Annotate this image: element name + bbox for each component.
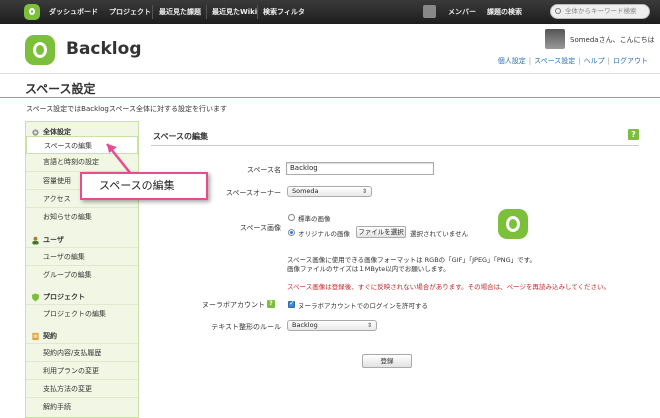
file-status: 選択されていません (410, 230, 469, 238)
image-warning: スペース画像は登録後、すぐに反映されない場合があります。その場合は、ページを再読… (287, 283, 611, 291)
sidebar-section-users: ユーザ (26, 232, 138, 248)
nulab-account-label: ヌーラボアカウント (202, 301, 265, 309)
top-navigation-bar: ダッシュボード プロジェクト 最近見た課題 最近見たWiki 検索フィルタ メン… (0, 0, 660, 24)
sidebar-item-group-edit[interactable]: グループの編集 (26, 265, 138, 283)
sidebar-item-payment-change[interactable]: 支払方法の変更 (26, 379, 138, 397)
user-icon (32, 236, 39, 245)
main-panel: スペースの編集 ? スペース名 Backlog スペースオーナー Someda ⇕… (141, 121, 650, 418)
nulab-login-label: ヌーラボアカウントでのログインを許可する (298, 302, 428, 310)
sidebar-item-notices[interactable]: お知らせの編集 (26, 207, 138, 225)
space-image-preview (498, 209, 528, 239)
link-personal-settings[interactable]: 個人設定 (498, 57, 526, 65)
header: Backlog Somedaさん、こんにちは 個人設定 | スペース設定 | ヘルプ | ロ… (0, 24, 660, 74)
sidebar-item-contract-history[interactable]: 契約内容/支払履歴 (26, 343, 138, 361)
brand-name: Backlog (66, 39, 142, 59)
nav-members[interactable]: メンバー (448, 0, 476, 24)
help-button[interactable]: ? (628, 129, 639, 140)
page-title-bar: スペース設定 (0, 76, 660, 98)
owner-label: スペースオーナー (225, 189, 281, 197)
chevron-updown-icon: ⇕ (366, 322, 372, 329)
chevron-updown-icon: ⇕ (361, 188, 367, 195)
space-name-label: スペース名 (246, 166, 281, 174)
nulab-login-checkbox[interactable] (288, 299, 295, 308)
nav-dashboard[interactable]: ダッシュボード (49, 0, 98, 24)
link-logout[interactable]: ログアウト (613, 57, 648, 65)
nav-separator (206, 5, 207, 19)
radio-default-image[interactable] (288, 214, 295, 221)
greeting: Somedaさん、こんにちは (570, 36, 655, 44)
sidebar-item-project-edit[interactable]: プロジェクトの編集 (26, 304, 138, 322)
nav-separator (152, 5, 153, 19)
search-icon (555, 8, 561, 14)
submit-button[interactable]: 登録 (362, 354, 412, 368)
page-title: スペース設定 (25, 82, 96, 96)
text-format-select[interactable]: Backlog ⇕ (287, 320, 377, 331)
nulab-help-button[interactable]: ? (267, 300, 275, 308)
keyword-search-input[interactable]: 全体からキーワード検索 (550, 4, 650, 19)
link-space-settings[interactable]: スペース設定 (534, 57, 575, 65)
nav-recent-wiki[interactable]: 最近見たWiki (212, 0, 257, 24)
choose-file-button[interactable]: ファイルを選択 (356, 226, 406, 238)
radio-default-image-label: 標準の画像 (298, 215, 331, 223)
sidebar-section-projects: プロジェクト (26, 289, 138, 305)
backlog-logo-icon[interactable] (24, 4, 40, 20)
owner-select[interactable]: Someda ⇕ (287, 186, 372, 197)
nav-projects[interactable]: プロジェクト (109, 0, 151, 24)
link-help[interactable]: ヘルプ (584, 57, 605, 65)
callout-label: スペースの編集 (80, 172, 208, 200)
callout-arrow-icon (106, 143, 132, 175)
sidebar-section-contract: 契約 (26, 328, 138, 344)
user-menu-icon[interactable] (423, 5, 436, 18)
page-description: スペース設定ではBacklogスペース全体に対する設定を行います (26, 105, 227, 113)
nav-search-filter[interactable]: 検索フィルタ (263, 0, 305, 24)
space-image-label: スペース画像 (239, 224, 281, 232)
avatar[interactable] (545, 29, 565, 49)
search-placeholder: 全体からキーワード検索 (565, 7, 637, 15)
divider (151, 145, 639, 146)
radio-original-image-label: オリジナルの画像 (298, 230, 350, 238)
sidebar-item-plan-change[interactable]: 利用プランの変更 (26, 361, 138, 379)
backlog-brand-icon (25, 35, 55, 65)
nav-issue-search[interactable]: 課題の検索 (487, 0, 522, 24)
sidebar-item-cancel[interactable]: 解約手続 (26, 397, 138, 415)
shield-icon (31, 293, 40, 302)
text-format-label: テキスト整形のルール (211, 323, 281, 331)
contract-icon (32, 332, 39, 341)
nav-recent-issues[interactable]: 最近見た課題 (159, 0, 201, 24)
nav-separator (257, 5, 258, 19)
radio-original-image[interactable] (288, 229, 295, 236)
space-name-input[interactable]: Backlog (286, 162, 434, 175)
image-size-note: 画像ファイルのサイズは１MByte以内でお願いします。 (287, 265, 450, 273)
header-links: 個人設定 | スペース設定 | ヘルプ | ログアウト (497, 57, 648, 65)
sidebar-item-user-edit[interactable]: ユーザの編集 (26, 247, 138, 265)
